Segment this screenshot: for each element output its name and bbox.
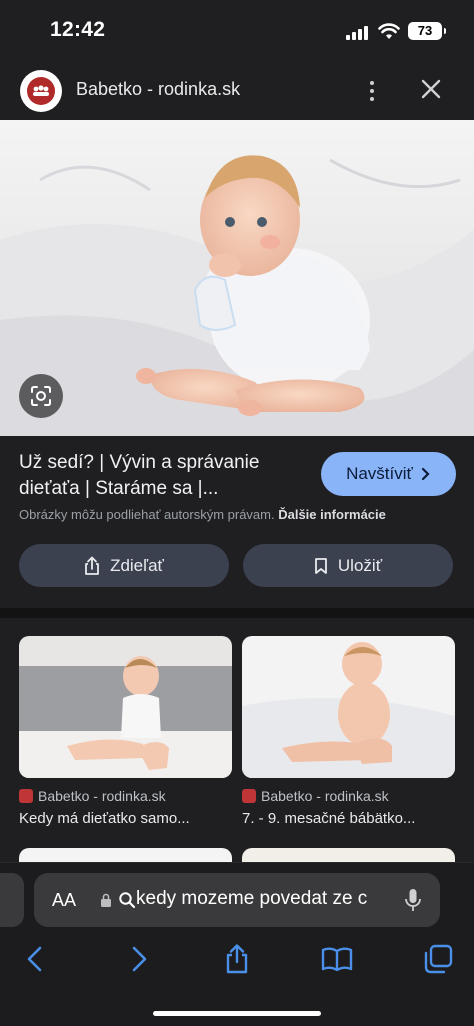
related-image[interactable] (19, 636, 232, 778)
result-title[interactable]: Už sedí? | Vývin a správanie dieťaťa | S… (19, 450, 309, 502)
more-vert-icon[interactable] (360, 74, 384, 108)
site-logo (20, 70, 62, 112)
related-source-label: Babetko - rodinka.sk (261, 788, 389, 804)
status-time: 12:42 (50, 18, 106, 41)
source-favicon-icon (242, 789, 256, 803)
bookmark-icon (315, 557, 327, 574)
save-label: Uložiť (337, 555, 383, 575)
battery-indicator: 73 (408, 22, 446, 40)
related-caption[interactable]: 7. - 9. mesačné bábätko... (242, 810, 455, 827)
result-image[interactable] (0, 120, 474, 436)
address-bar[interactable]: AA kedy mozeme povedat ze c (34, 873, 440, 927)
share-icon[interactable] (221, 943, 253, 975)
visit-button[interactable]: Navštíviť (321, 452, 456, 496)
related-source: Babetko - rodinka.sk (19, 788, 232, 804)
signal-icon (346, 26, 370, 40)
site-title: Babetko - rodinka.sk (76, 79, 241, 99)
lock-icon (101, 893, 111, 907)
related-source: Babetko - rodinka.sk (242, 788, 455, 804)
visit-label: Navštíviť (346, 464, 413, 483)
aa-label: AA (52, 890, 77, 910)
mic-icon[interactable] (404, 888, 422, 914)
wifi-icon (378, 23, 400, 39)
share-button[interactable]: Zdieľať (19, 544, 229, 587)
page-settings-button[interactable]: AA (52, 890, 76, 911)
related-card[interactable]: Babetko - rodinka.sk Kedy má dieťatko sa… (19, 636, 232, 827)
back-icon[interactable] (20, 943, 52, 975)
section-divider (0, 608, 474, 618)
result-info: Už sedí? | Vývin a správanie dieťaťa | S… (0, 436, 474, 608)
related-card[interactable]: Babetko - rodinka.sk 7. - 9. mesačné báb… (242, 636, 455, 827)
bookmarks-icon[interactable] (321, 943, 353, 975)
forward-icon[interactable] (122, 943, 154, 975)
address-text[interactable]: kedy mozeme povedat ze c (136, 888, 386, 910)
related-source-label: Babetko - rodinka.sk (38, 788, 166, 804)
status-bar: 12:42 73 (0, 0, 474, 62)
close-icon[interactable] (416, 74, 446, 104)
copyright-notice: Obrázky môžu podliehať autorským právam.… (19, 507, 386, 522)
chevron-right-icon (421, 467, 430, 481)
related-images: Babetko - rodinka.sk Kedy má dieťatko sa… (0, 618, 474, 878)
tabs-icon[interactable] (422, 943, 454, 975)
save-button[interactable]: Uložiť (243, 544, 453, 587)
related-image[interactable] (242, 636, 455, 778)
share-label: Zdieľať (110, 555, 164, 575)
previous-tab-peek[interactable] (0, 873, 24, 927)
source-favicon-icon (19, 789, 33, 803)
search-icon (119, 892, 136, 909)
lens-icon[interactable] (19, 374, 63, 418)
result-header: Babetko - rodinka.sk (0, 62, 474, 120)
more-info-link[interactable]: Ďalšie informácie (278, 507, 386, 522)
related-caption[interactable]: Kedy má dieťatko samo... (19, 810, 232, 827)
copyright-text: Obrázky môžu podliehať autorským právam. (19, 507, 275, 522)
home-indicator (153, 1011, 321, 1016)
browser-toolbar: AA kedy mozeme povedat ze c (0, 862, 474, 1026)
share-icon (85, 556, 99, 575)
